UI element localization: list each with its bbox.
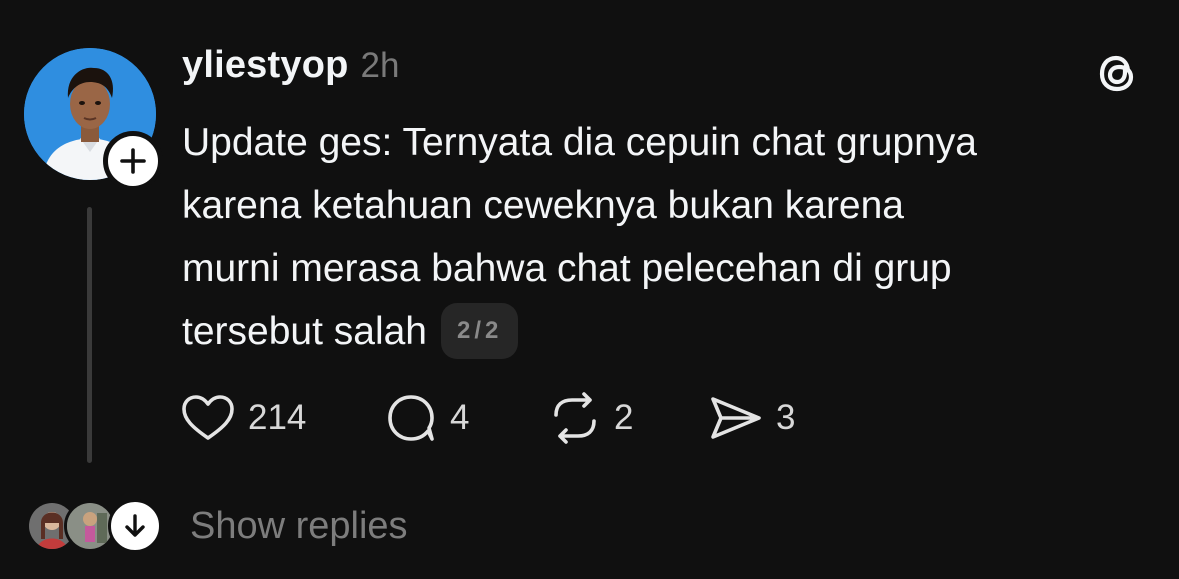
- comment-icon: [388, 395, 434, 441]
- follow-button[interactable]: [103, 131, 163, 191]
- reply-count: 4: [450, 398, 470, 437]
- page-indicator-badge: 2/2: [441, 302, 519, 359]
- plus-icon: [120, 148, 146, 174]
- post-text-line: karena ketahuan ceweknya bukan karena: [182, 184, 904, 227]
- arrow-down-icon: [125, 514, 145, 537]
- send-icon: [711, 397, 761, 439]
- post-text-line: murni merasa bahwa chat pelecehan di gru…: [182, 247, 952, 290]
- post-text-line: tersebut salah 2/2: [182, 300, 1142, 363]
- repost-count: 2: [614, 398, 634, 437]
- show-replies-link[interactable]: Show replies: [190, 500, 408, 552]
- share-count: 3: [776, 398, 796, 437]
- username[interactable]: yliestyop: [182, 44, 349, 87]
- repost-icon: [554, 392, 596, 444]
- post-header: yliestyop 2h: [182, 44, 399, 87]
- post-text-line-end: tersebut salah: [182, 310, 427, 353]
- post-text-line: Update ges: Ternyata dia cepuin chat gru…: [182, 121, 977, 164]
- share-button[interactable]: 3: [708, 388, 795, 448]
- like-count: 214: [248, 398, 307, 437]
- thread-connector-line: [87, 207, 92, 463]
- like-button[interactable]: 214: [180, 388, 306, 448]
- repost-button[interactable]: 2: [548, 388, 633, 448]
- reply-button[interactable]: 4: [384, 388, 469, 448]
- post-text: Update ges: Ternyata dia cepuin chat gru…: [182, 111, 1142, 363]
- thread-post: yliestyop 2h Update ges: Ternyata dia ce…: [0, 0, 1179, 579]
- expand-replies-button[interactable]: [108, 499, 162, 553]
- heart-icon: [182, 395, 234, 440]
- timestamp: 2h: [360, 46, 400, 85]
- threads-logo-icon: [1092, 48, 1142, 98]
